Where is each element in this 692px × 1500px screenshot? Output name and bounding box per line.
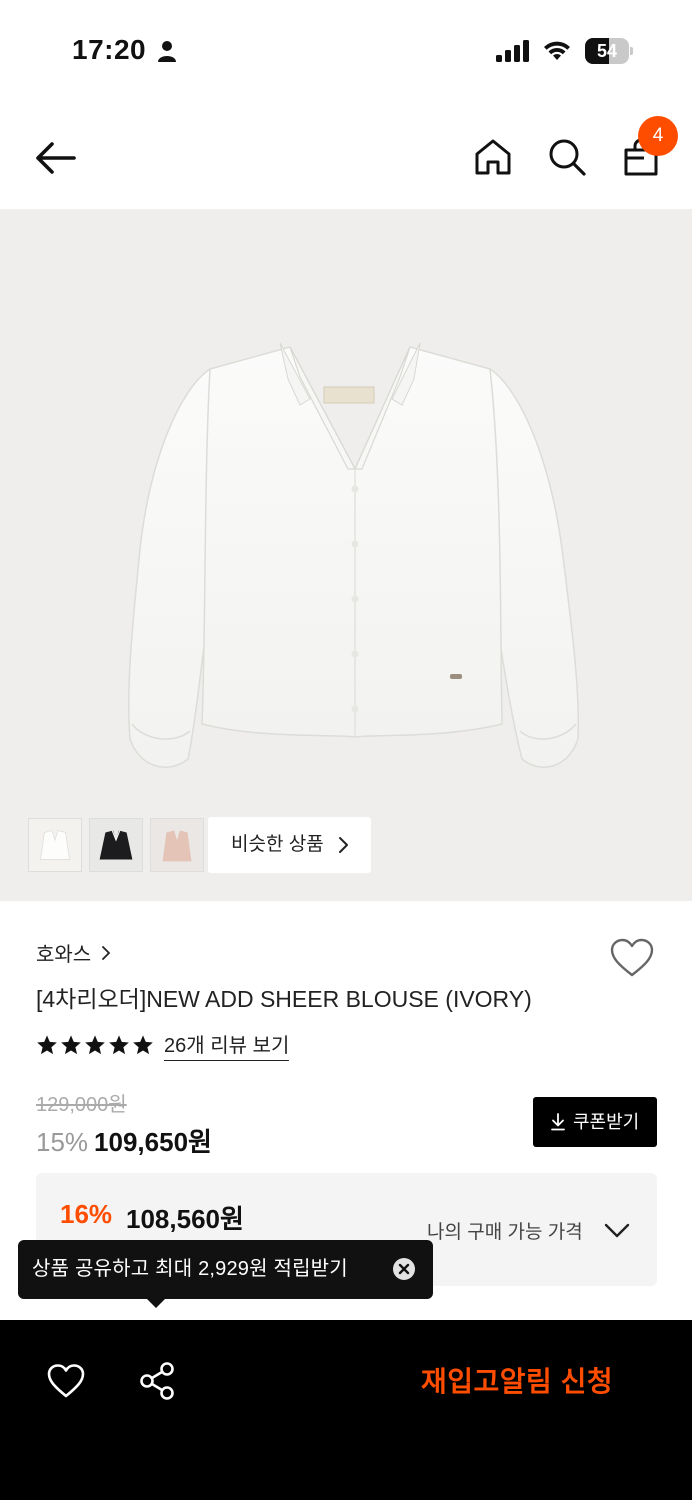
back-arrow-icon[interactable] xyxy=(30,134,82,182)
star-icon xyxy=(109,1035,129,1055)
cart-count-badge: 4 xyxy=(638,116,678,156)
my-price-label: 나의 구매 가능 가격 xyxy=(427,1222,583,1243)
heart-icon[interactable] xyxy=(609,937,655,979)
rating-stars xyxy=(36,1034,154,1056)
star-icon xyxy=(85,1035,105,1055)
review-link[interactable]: 26개 리뷰 보기 xyxy=(164,1029,290,1061)
thumbnail-black[interactable] xyxy=(89,818,143,872)
top-nav xyxy=(0,110,692,206)
similar-products-button[interactable]: 비슷한 상품 xyxy=(208,817,371,873)
brand-link[interactable]: 호와스 xyxy=(36,938,111,967)
wifi-icon xyxy=(544,41,570,60)
heart-icon[interactable] xyxy=(46,1362,86,1400)
rating-row: 26개 리뷰 보기 xyxy=(36,1029,290,1061)
restock-alert-button[interactable]: 재입고알림 신청 xyxy=(421,1360,613,1400)
home-icon[interactable] xyxy=(472,136,514,178)
chevron-right-icon xyxy=(102,945,111,960)
status-bar: 17:20 54 xyxy=(0,0,692,100)
star-icon xyxy=(61,1035,81,1055)
bottom-action-bar: 재입고알림 신청 xyxy=(0,1320,692,1500)
thumbnail-ivory[interactable] xyxy=(28,818,82,872)
my-price: 108,560원 xyxy=(126,1204,244,1234)
search-icon[interactable] xyxy=(546,136,588,178)
person-icon xyxy=(158,41,176,62)
status-time: 17:20 xyxy=(72,34,147,65)
my-discount-rate: 16% xyxy=(60,1199,113,1229)
signal-icon xyxy=(496,40,529,62)
battery-level: 54 xyxy=(596,41,618,61)
product-title: [4차리오더]NEW ADD SHEER BLOUSE (IVORY) xyxy=(36,986,532,1012)
original-price: 129,000원 xyxy=(36,1094,127,1116)
price-row: 15% 109,650원 xyxy=(36,1122,212,1159)
similar-products-label: 비슷한 상품 xyxy=(231,834,324,855)
close-icon[interactable] xyxy=(392,1257,416,1281)
tooltip-tail xyxy=(146,1298,166,1308)
brand-name: 호와스 xyxy=(36,944,92,966)
star-icon xyxy=(133,1035,153,1055)
product-image[interactable]: 비슷한 상품 xyxy=(0,209,692,901)
battery-indicator: 54 xyxy=(585,38,633,64)
discount-rate: 15% xyxy=(36,1127,89,1157)
chevron-down-icon xyxy=(604,1223,630,1238)
coupon-button[interactable]: 쿠폰받기 xyxy=(533,1097,657,1147)
tooltip-text: 상품 공유하고 최대 2,929원 적립받기 xyxy=(32,1258,348,1280)
sale-price: 109,650원 xyxy=(94,1127,212,1157)
share-icon[interactable] xyxy=(138,1361,176,1401)
thumbnail-pink[interactable] xyxy=(150,818,204,872)
download-icon xyxy=(551,1113,565,1131)
color-thumbnails xyxy=(28,818,204,872)
star-icon xyxy=(37,1035,57,1055)
coupon-label: 쿠폰받기 xyxy=(573,1112,640,1132)
chevron-right-icon xyxy=(339,837,348,853)
product-photo-blouse xyxy=(127,342,580,768)
share-reward-tooltip: 상품 공유하고 최대 2,929원 적립받기 xyxy=(18,1240,433,1308)
